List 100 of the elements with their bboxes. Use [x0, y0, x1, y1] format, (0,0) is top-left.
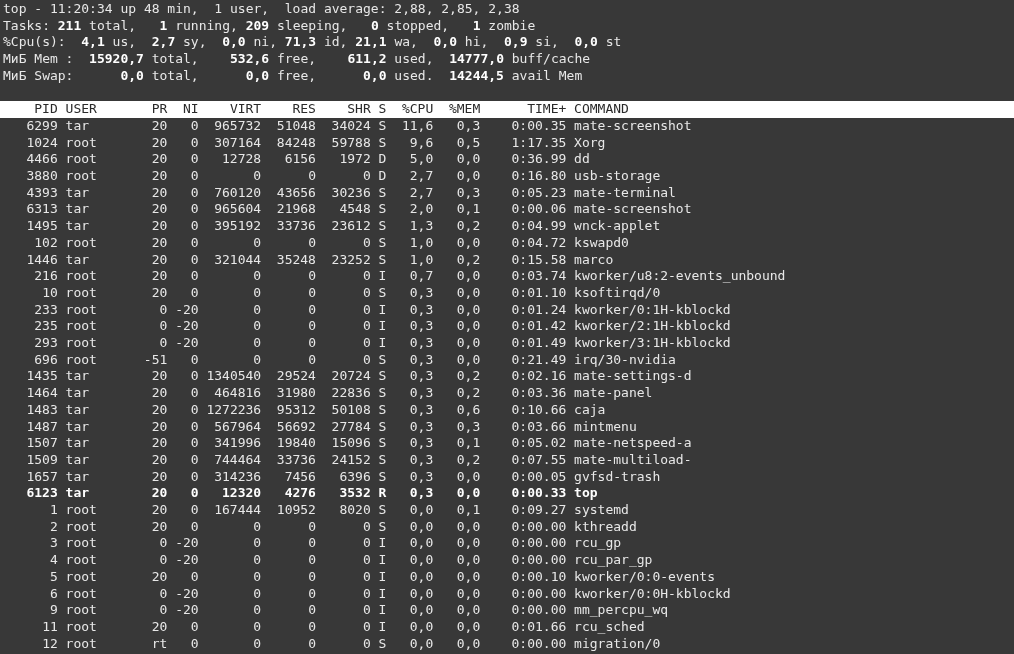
table-cell-text: root [65, 619, 98, 636]
table-cell-text: 0 [158, 335, 168, 352]
table-cell-text: 50108 [330, 401, 371, 419]
table-cell: usb-storage [574, 168, 661, 185]
table-cell-text: 0 [189, 485, 199, 503]
column-header: PR [150, 101, 168, 118]
table-cell-text: rt [150, 635, 168, 653]
table-cell-text: 8020 [338, 502, 371, 519]
table-cell-text: 43656 [275, 184, 316, 202]
table-cell-text: 216 [33, 268, 58, 285]
table-cell-text: 0 [307, 335, 316, 352]
table-cell-text: 0 [307, 552, 316, 569]
table-cell-text: root [65, 168, 98, 185]
summary-line: Tasks: 211 total, 1 running, 209 sleeping, 0 stopped, 1 zombie [3, 17, 536, 35]
table-cell-text: root [65, 568, 98, 586]
table-cell-text: 20 [150, 268, 168, 285]
table-cell-text: 0 [252, 351, 262, 369]
table-cell-text: 307164 [213, 134, 262, 152]
table-cell-text: 0,3 [455, 184, 481, 202]
table-cell-text: 0 [158, 602, 168, 619]
table-cell: kworker/0:0H-kblockd [574, 585, 731, 603]
table-cell-text: 0 [189, 218, 199, 235]
table-cell-text: 0 [307, 568, 316, 586]
table-cell-text: 20 [150, 568, 168, 586]
table-cell-text: 0,0 [455, 284, 481, 302]
table-cell-text: 1657 [25, 468, 58, 486]
table-cell-text: 0,3 [408, 284, 434, 302]
table-cell-text: 0:04.72 [510, 234, 567, 252]
table-cell-text: 0,2 [455, 218, 481, 235]
table-cell-text: 1507 [25, 435, 58, 452]
table-cell-text: 0 [189, 619, 199, 636]
table-cell: mate-multiload- [574, 451, 692, 469]
table-cell-text: 0 [252, 335, 262, 352]
table-cell-text: 0,1 [455, 435, 481, 452]
table-cell-text: 1446 [25, 251, 58, 269]
summary-line: %Cpu(s): 4,1 us, 2,7 sy, 0,0 ni, 71,3 id, 21,1 wa, 0,0 hi, 0,9 si, 0,0 st [3, 34, 622, 52]
table-cell-text: 23252 [330, 251, 371, 269]
summary-line: МиБ Mem : 15920,7 total, 532,6 free, 611,2 used, 14777,0 buff/cache [3, 51, 591, 68]
table-cell-text: 0:03.66 [510, 418, 567, 436]
table-cell: S [378, 518, 387, 536]
table-cell: mate-screenshot [574, 117, 692, 135]
table-cell-text: 1 [48, 502, 58, 519]
summary-line: top - 11:20:34 up 48 min, 1 user, load average: 2,88, 2,85, 2,38 [3, 1, 520, 18]
table-cell: S [378, 201, 387, 219]
column-header: PID [33, 101, 58, 118]
table-cell-text: 0 [361, 552, 371, 569]
table-cell-text: 1435 [25, 368, 58, 386]
table-cell-text: -51 [142, 351, 168, 369]
table-cell-text: 0 [361, 518, 371, 536]
table-cell-text: 0 [189, 134, 199, 152]
table-cell-text: 0 [307, 268, 316, 285]
table-cell-text: 0,3 [408, 351, 434, 369]
table-cell-text: 0,0 [408, 602, 434, 619]
table-cell-text: 0 [252, 585, 262, 603]
table-cell-text: 0:03.36 [510, 385, 567, 402]
table-cell-text: 0,1 [455, 201, 481, 219]
table-cell-text: 760120 [213, 184, 262, 202]
table-cell-text: 0,3 [455, 117, 481, 135]
table-cell-text: 235 [33, 318, 58, 336]
table-cell-text: 0 [189, 151, 199, 168]
table-cell-text: 0,0 [455, 268, 481, 285]
table-cell: kworker/0:0-events [574, 568, 715, 586]
table-cell-text: 0:00.00 [510, 602, 567, 619]
table-cell-text: 4548 [338, 201, 371, 219]
table-cell-text: 0,0 [455, 518, 481, 536]
table-cell-text: 0 [252, 568, 262, 586]
table-cell-text: 0 [189, 435, 199, 452]
column-header: %MEM [447, 101, 481, 118]
table-cell: S [378, 502, 387, 519]
table-cell-text: 102 [33, 234, 58, 252]
table-cell-text: 4 [48, 552, 58, 569]
table-cell: R [378, 485, 387, 503]
table-cell-text: 2,7 [408, 184, 434, 202]
table-cell-text: 0,0 [455, 335, 481, 352]
table-cell-text: 0 [189, 502, 199, 519]
table-cell-text: 1972 [338, 151, 371, 168]
table-cell-text: 6123 [25, 485, 58, 503]
table-cell-text: root [65, 335, 98, 352]
table-cell-text: root [65, 234, 98, 252]
table-cell-text: 0 [189, 385, 199, 402]
table-cell-text: 6 [48, 585, 58, 603]
table-cell-text: 0,3 [408, 418, 434, 436]
table-cell: S [378, 234, 387, 252]
table-cell-text: 0:00.00 [510, 585, 567, 603]
table-cell: I [378, 318, 387, 336]
table-cell-text: 0 [189, 251, 199, 269]
table-cell-text: 0:00.33 [510, 485, 567, 503]
table-cell: irq/30-nvidia [574, 351, 676, 369]
table-cell-text: 0 [252, 234, 262, 252]
table-cell-text: 1483 [25, 401, 58, 419]
table-cell: S [378, 134, 387, 152]
table-cell: I [378, 535, 387, 553]
table-cell: S [378, 401, 387, 419]
table-cell-text: 0,0 [455, 234, 481, 252]
table-cell-text: 20 [150, 117, 168, 135]
table-cell-text: 321044 [213, 251, 262, 269]
table-cell-text: 0:01.42 [510, 318, 567, 336]
table-cell: mm_percpu_wq [574, 602, 669, 619]
table-cell-text: 0 [361, 568, 371, 586]
table-cell-text: 0,3 [455, 418, 481, 436]
